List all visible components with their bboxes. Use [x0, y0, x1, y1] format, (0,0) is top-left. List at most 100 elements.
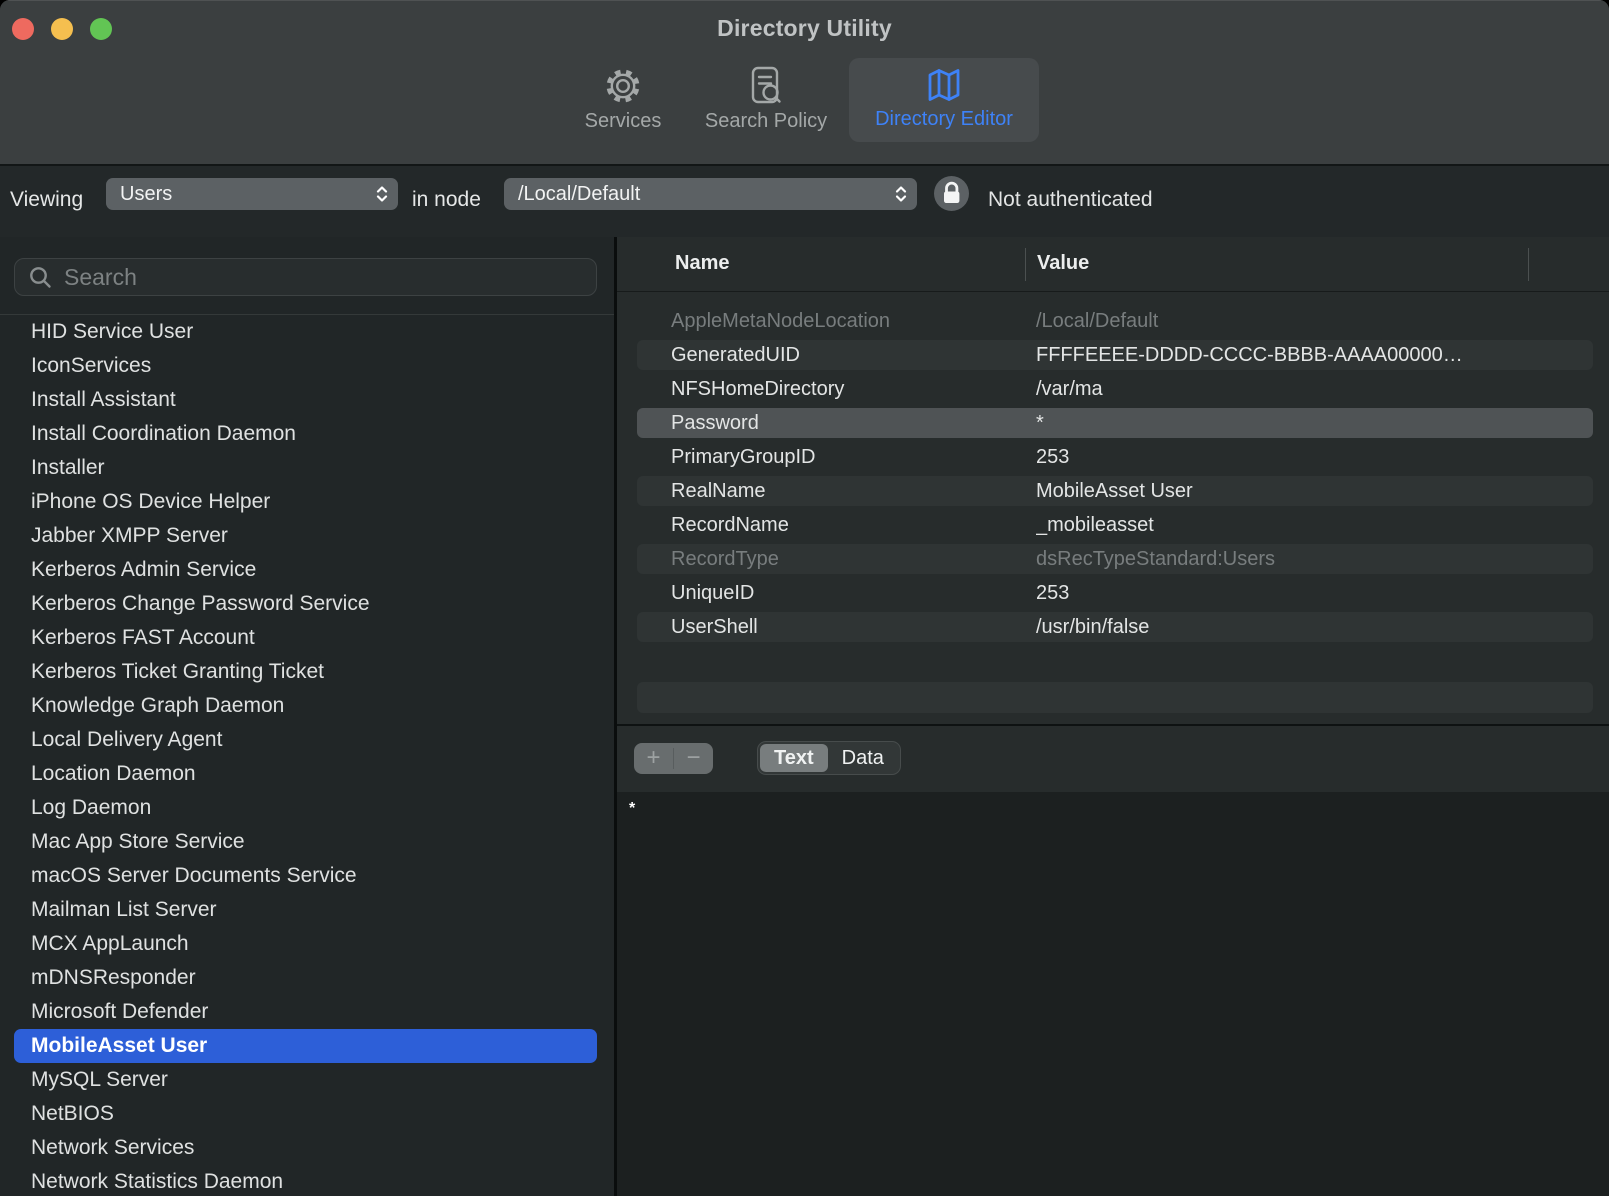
table-row[interactable]: UniqueID 253	[637, 578, 1593, 608]
sidebar-list-item[interactable]: MobileAsset User	[14, 1029, 597, 1063]
sidebar-item-label: Install Coordination Daemon	[31, 422, 296, 445]
sidebar-item-label: Location Daemon	[31, 762, 196, 785]
sidebar-item-label: MCX AppLaunch	[31, 932, 189, 955]
attribute-name-cell: GeneratedUID	[671, 343, 800, 366]
sidebar-item-label: MobileAsset User	[31, 1034, 208, 1057]
attribute-value-cell: /Local/Default	[1036, 309, 1159, 332]
sidebar-item-label: Mac App Store Service	[31, 830, 245, 853]
attribute-value-cell: MobileAsset User	[1036, 479, 1193, 502]
sidebar-item-label: Kerberos Admin Service	[31, 558, 257, 581]
toolbar-item-search-policy[interactable]: Search Policy	[681, 58, 851, 133]
sidebar-list-item[interactable]: Network Services	[0, 1131, 614, 1165]
table-row[interactable]: AppleMetaNodeLocation/Local/Default	[637, 306, 1593, 336]
value-editor-content: *	[629, 800, 636, 817]
node-value: /Local/Default	[518, 182, 641, 205]
sidebar-list-item[interactable]: MCX AppLaunch	[0, 927, 614, 961]
toolbar-item-label: Services	[584, 110, 662, 132]
attribute-name-cell: RecordType	[671, 547, 779, 570]
sidebar-list-item[interactable]: macOS Server Documents Service	[0, 859, 614, 893]
table-row[interactable]: RealName MobileAsset User	[637, 476, 1593, 506]
sidebar-list-item[interactable]: NetBIOS	[0, 1097, 614, 1131]
add-value-button[interactable]: +	[634, 743, 673, 774]
empty-row-placeholder	[637, 682, 1593, 713]
sidebar-list-item[interactable]: Kerberos Ticket Granting Ticket	[0, 655, 614, 689]
search-field[interactable]	[14, 258, 597, 296]
column-divider[interactable]	[1528, 248, 1529, 281]
sidebar-item-label: Knowledge Graph Daemon	[31, 694, 285, 717]
toolbar-item-services[interactable]: Services	[558, 58, 688, 133]
viewing-label: Viewing	[10, 188, 84, 211]
sidebar-list-item[interactable]: Log Daemon	[0, 791, 614, 825]
sidebar-item-label: macOS Server Documents Service	[31, 864, 357, 887]
attribute-name-cell: Password	[671, 411, 759, 434]
stepper-chevrons-icon	[895, 186, 907, 202]
sidebar-list-item[interactable]: Network Statistics Daemon	[0, 1165, 614, 1196]
sidebar-list-item[interactable]: Kerberos FAST Account	[0, 621, 614, 655]
attribute-value-cell: /usr/bin/false	[1036, 615, 1150, 638]
attribute-name-cell: AppleMetaNodeLocation	[671, 309, 891, 332]
toolbar-item-label: Directory Editor	[875, 108, 1013, 130]
in-node-label: in node	[412, 188, 481, 211]
sidebar-list-item[interactable]: Mailman List Server	[0, 893, 614, 927]
value-editor-area[interactable]: *	[617, 792, 1609, 1196]
sidebar-list-item[interactable]: Jabber XMPP Server	[0, 519, 614, 553]
remove-value-button[interactable]: −	[674, 743, 713, 774]
toolbar-item-label: Search Policy	[704, 110, 828, 132]
attribute-value-cell: _mobileasset	[1036, 513, 1154, 536]
table-row[interactable]: Password *	[637, 408, 1593, 438]
search-input[interactable]	[62, 262, 596, 292]
sidebar-item-label: Jabber XMPP Server	[31, 524, 228, 547]
sidebar-item-label: Kerberos Change Password Service	[31, 592, 370, 615]
sidebar-item-label: iPhone OS Device Helper	[31, 490, 271, 513]
sidebar-list-item[interactable]: Kerberos Change Password Service	[0, 587, 614, 621]
sidebar-list-item[interactable]: Kerberos Admin Service	[0, 553, 614, 587]
table-row[interactable]: RecordType dsRecTypeStandard:Users	[637, 544, 1593, 574]
table-row[interactable]: GeneratedUID FFFFEEEE-DDDD-CCCC-BBBB-AAAA…	[637, 340, 1593, 370]
sidebar-item-label: Log Daemon	[31, 796, 152, 819]
record-type-value: Users	[120, 182, 173, 205]
sidebar-item-label: Kerberos FAST Account	[31, 626, 255, 649]
sidebar-item-label: Network Services	[31, 1136, 195, 1159]
table-row[interactable]: PrimaryGroupID 253	[637, 442, 1593, 472]
sidebar-list-item[interactable]: Install Coordination Daemon	[0, 417, 614, 451]
sidebar-list-item[interactable]: Location Daemon	[0, 757, 614, 791]
column-divider[interactable]	[1025, 248, 1026, 281]
sidebar-list-item[interactable]: HID Service User	[0, 315, 614, 349]
authenticate-lock-button[interactable]	[934, 176, 969, 211]
table-row[interactable]: RecordName _mobileasset	[637, 510, 1593, 540]
attribute-value-cell: /var/ma	[1036, 377, 1103, 400]
window-title: Directory Utility	[717, 15, 892, 41]
sidebar-list-item[interactable]: mDNSResponder	[0, 961, 614, 995]
add-remove-group: + −	[634, 743, 713, 774]
table-row[interactable]: UserShell/usr/bin/false	[637, 612, 1593, 642]
table-row[interactable]: NFSHomeDirectory/var/ma	[637, 374, 1593, 404]
node-dropdown[interactable]: /Local/Default	[504, 178, 917, 210]
sidebar-item-label: Kerberos Ticket Granting Ticket	[31, 660, 324, 683]
sidebar-list-item[interactable]: IconServices	[0, 349, 614, 383]
sidebar-list-item[interactable]: iPhone OS Device Helper	[0, 485, 614, 519]
mode-data-segment[interactable]: Data	[828, 744, 898, 772]
sidebar-list-item[interactable]: Microsoft Defender	[0, 995, 614, 1029]
toolbar-item-directory-editor[interactable]: Directory Editor	[849, 58, 1039, 142]
sidebar-list-item[interactable]: MySQL Server	[0, 1063, 614, 1097]
directory-utility-window: Directory Utility Services Search Policy…	[0, 0, 1609, 1196]
mode-text-segment[interactable]: Text	[760, 744, 828, 772]
attribute-name-cell: UniqueID	[671, 581, 755, 604]
column-header-name[interactable]: Name	[675, 252, 729, 275]
document-search-icon	[751, 66, 781, 104]
sidebar-list-item[interactable]: Installer	[0, 451, 614, 485]
attribute-value-cell: *	[1036, 411, 1044, 434]
sidebar-list-item[interactable]: Local Delivery Agent	[0, 723, 614, 757]
sidebar-list-item[interactable]: Mac App Store Service	[0, 825, 614, 859]
column-header-value[interactable]: Value	[1037, 252, 1089, 275]
sidebar-item-label: Microsoft Defender	[31, 1000, 209, 1023]
record-type-dropdown[interactable]: Users	[106, 178, 398, 210]
attribute-value-cell: FFFFEEEE-DDDD-CCCC-BBBB-AAAA00000…	[1036, 343, 1463, 366]
sidebar-item-label: Local Delivery Agent	[31, 728, 223, 751]
sidebar-list-item[interactable]: Install Assistant	[0, 383, 614, 417]
value-editor-toolbar: + − Text Data	[617, 726, 1609, 792]
sidebar-item-label: mDNSResponder	[31, 966, 196, 989]
record-list-sidebar: HID Service User IconServices Install Assi…	[0, 237, 614, 1196]
attribute-name-cell: RecordName	[671, 513, 789, 536]
sidebar-list-item[interactable]: Knowledge Graph Daemon	[0, 689, 614, 723]
